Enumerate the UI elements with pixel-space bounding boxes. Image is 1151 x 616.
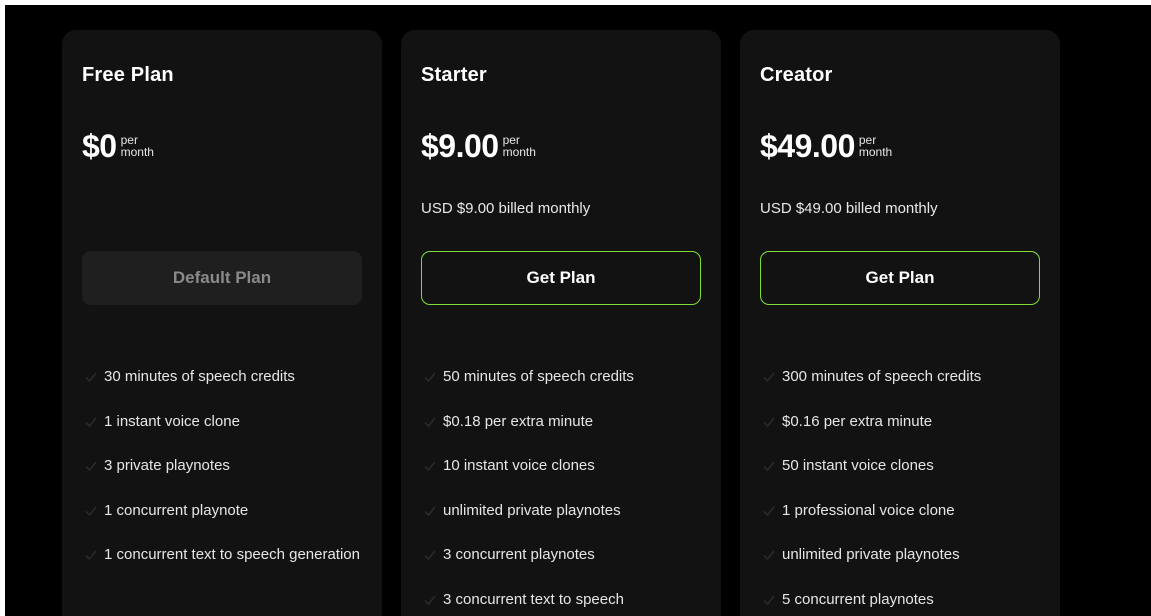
feature-text: unlimited private playnotes <box>443 501 621 519</box>
feature-text: 300 minutes of speech credits <box>782 368 982 385</box>
check-icon <box>762 415 776 429</box>
feature-item: unlimited private playnotes <box>423 500 703 522</box>
plan-title: Creator <box>760 64 833 86</box>
feature-list: 50 minutes of speech credits $0.18 per e… <box>423 366 703 616</box>
plan-price: $49.00 <box>760 128 855 164</box>
feature-item: 300 minutes of speech credits <box>762 366 1042 388</box>
feature-item: 50 instant voice clones <box>762 455 1042 477</box>
check-icon <box>84 415 98 429</box>
feature-item: 3 concurrent playnotes <box>423 544 703 566</box>
plan-card-free: Free Plan $0 per month Default Plan 30 m… <box>62 30 382 616</box>
check-icon <box>762 548 776 562</box>
feature-item: 1 instant voice clone <box>84 411 364 433</box>
feature-item: 10 instant voice clones <box>423 455 703 477</box>
feature-text: $0.16 per extra minute <box>782 412 933 430</box>
check-icon <box>84 459 98 473</box>
feature-item: 3 private playnotes <box>84 455 364 477</box>
price-row: $9.00 per month <box>421 128 536 164</box>
feature-text: 3 concurrent text to speech <box>443 590 624 608</box>
price-period-bottom: month <box>502 145 536 159</box>
feature-item: 1 concurrent text to speech generation <box>84 544 364 566</box>
feature-text: 1 professional voice clone <box>782 501 955 519</box>
check-icon <box>423 459 437 473</box>
feature-item: 30 minutes of speech credits <box>84 366 364 388</box>
check-icon <box>762 593 776 607</box>
billing-note: USD $49.00 billed monthly <box>760 200 938 217</box>
pricing-page: Free Plan $0 per month Default Plan 30 m… <box>0 0 1151 616</box>
check-icon <box>84 370 98 384</box>
price-period: per month <box>859 134 892 158</box>
feature-text: 3 private playnotes <box>104 457 230 474</box>
check-icon <box>84 504 98 518</box>
feature-text: 50 instant voice clones <box>782 457 934 474</box>
feature-text: 30 minutes of speech credits <box>104 368 295 385</box>
billing-note: USD $9.00 billed monthly <box>421 200 591 217</box>
check-icon <box>762 459 776 473</box>
feature-item: 50 minutes of speech credits <box>423 366 703 388</box>
feature-text: 3 concurrent playnotes <box>443 546 595 563</box>
price-row: $49.00 per month <box>760 128 892 164</box>
plan-price: $9.00 <box>421 128 499 164</box>
get-plan-button-creator[interactable]: Get Plan <box>760 251 1040 305</box>
feature-text: 1 concurrent playnote <box>104 501 249 519</box>
check-icon <box>423 415 437 429</box>
feature-list: 300 minutes of speech credits $0.16 per … <box>762 366 1042 616</box>
feature-text: 10 instant voice clones <box>443 457 595 474</box>
feature-text: 1 instant voice clone <box>104 412 240 430</box>
plan-card-creator: Creator $49.00 per month USD $49.00 bill… <box>740 30 1060 616</box>
feature-text: unlimited private playnotes <box>782 546 960 563</box>
feature-item: 1 professional voice clone <box>762 500 1042 522</box>
plan-title: Free Plan <box>82 64 174 86</box>
default-plan-button: Default Plan <box>82 251 362 305</box>
feature-item: $0.16 per extra minute <box>762 411 1042 433</box>
feature-item: 1 concurrent playnote <box>84 500 364 522</box>
plan-price: $0 <box>82 128 117 164</box>
check-icon <box>423 504 437 518</box>
check-icon <box>84 548 98 562</box>
plan-title: Starter <box>421 64 487 86</box>
feature-item: 3 concurrent text to speech <box>423 589 703 611</box>
price-period-bottom: month <box>120 145 154 159</box>
price-period: per month <box>121 134 154 158</box>
feature-text: 50 minutes of speech credits <box>443 368 634 385</box>
feature-item: 5 concurrent playnotes <box>762 589 1042 611</box>
feature-text: $0.18 per extra minute <box>443 412 594 430</box>
feature-item: $0.18 per extra minute <box>423 411 703 433</box>
top-edge <box>0 0 1151 5</box>
feature-text: 1 concurrent text to speech generation <box>104 546 360 563</box>
left-edge <box>0 0 5 616</box>
feature-item: unlimited private playnotes <box>762 544 1042 566</box>
check-icon <box>423 593 437 607</box>
check-icon <box>423 548 437 562</box>
plan-card-starter: Starter $9.00 per month USD $9.00 billed… <box>401 30 721 616</box>
check-icon <box>423 370 437 384</box>
price-row: $0 per month <box>82 128 154 164</box>
price-period-bottom: month <box>858 145 893 159</box>
get-plan-button-starter[interactable]: Get Plan <box>421 251 701 305</box>
check-icon <box>762 504 776 518</box>
price-period: per month <box>503 134 536 158</box>
check-icon <box>762 370 776 384</box>
feature-text: 5 concurrent playnotes <box>782 590 934 608</box>
feature-list: 30 minutes of speech credits 1 instant v… <box>84 366 364 589</box>
